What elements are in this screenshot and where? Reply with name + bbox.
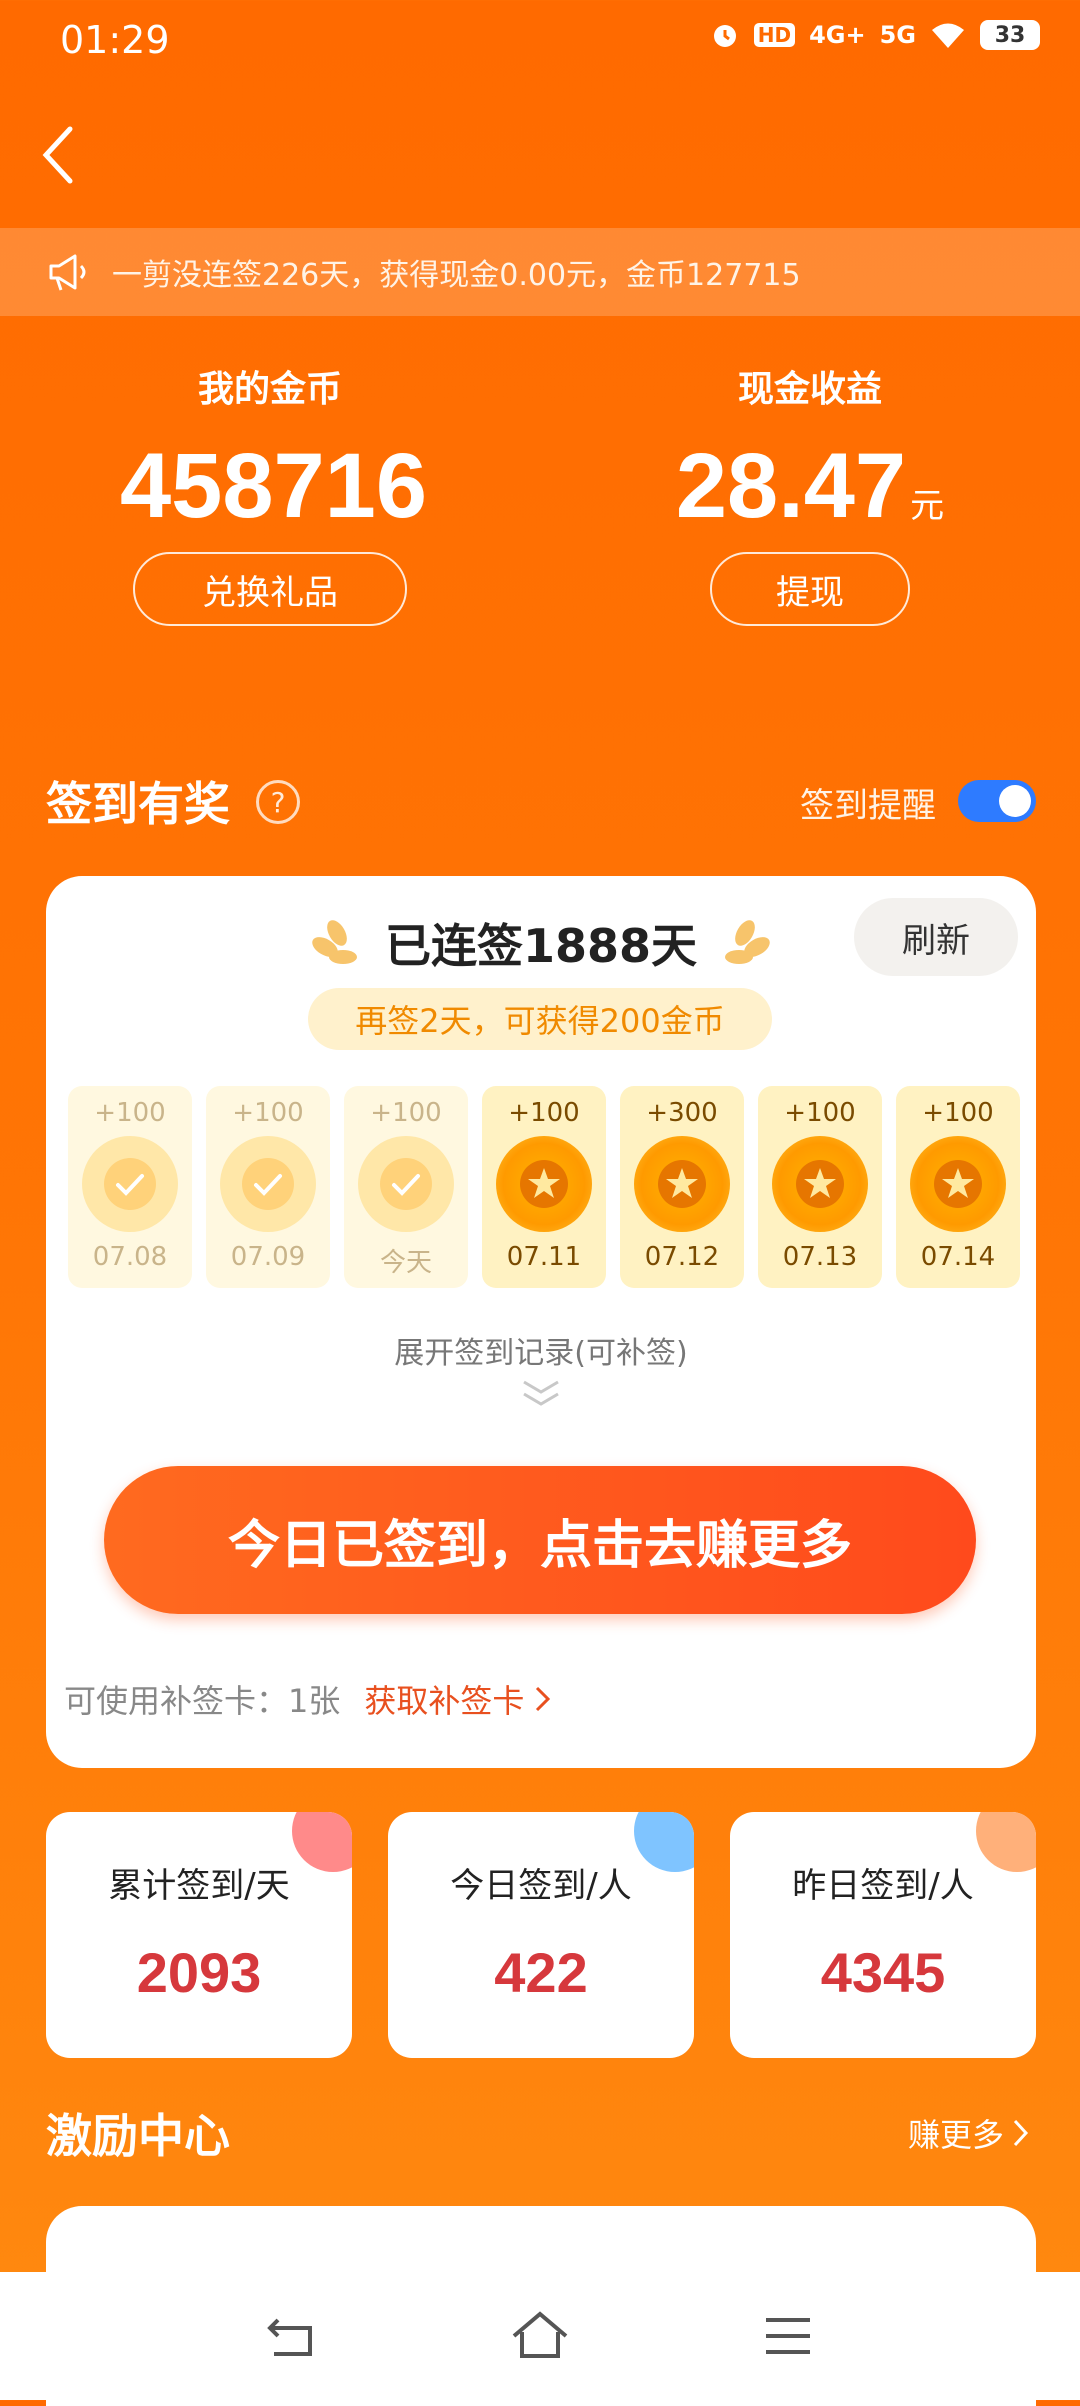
signin-card: 已连签1888天 刷新 再签2天，可获得200金币 +100 07.08 +10… [46, 876, 1036, 1768]
day-item[interactable]: +100 07.09 [206, 1086, 330, 1288]
incentive-title: 激励中心 [46, 2109, 230, 2163]
chevron-right-icon [1013, 2119, 1029, 2147]
cash-label: 现金收益 [737, 369, 882, 410]
exchange-gift-button[interactable]: 兑换礼品 [133, 552, 407, 626]
nav-home-button[interactable] [500, 2296, 580, 2376]
day-date: 今天 [379, 1248, 432, 1278]
summary-label: 累计签到/天 [108, 1866, 290, 1906]
streak-text: 已连签1888天 [384, 919, 698, 973]
summary-label: 昨日签到/人 [792, 1866, 974, 1906]
check-coin-icon [82, 1136, 178, 1232]
day-date: 07.12 [644, 1242, 720, 1272]
reminder-toggle[interactable] [958, 780, 1036, 822]
chevron-double-down-icon[interactable] [516, 1376, 566, 1416]
cash-value: 28.47 [675, 435, 907, 537]
today-signin-card: 今日签到/人 422 [388, 1812, 694, 2058]
get-makeup-card-label: 获取补签卡 [364, 1682, 525, 1720]
yesterday-signin-card: 昨日签到/人 4345 [730, 1812, 1036, 2058]
check-coin-icon [220, 1136, 316, 1232]
summary-value: 4345 [820, 1941, 946, 2004]
summary-value: 2093 [136, 1941, 262, 2004]
day-points: +100 [232, 1098, 304, 1128]
nav-back-button[interactable] [252, 2296, 332, 2376]
coins-panel: 我的金币 458716 兑换礼品 [120, 360, 427, 626]
hd-icon: HD [753, 23, 796, 47]
star-coin-icon [634, 1136, 730, 1232]
day-points: +300 [646, 1098, 718, 1128]
day-points: +100 [370, 1098, 442, 1128]
laurel-left-icon [312, 920, 357, 964]
chevron-right-icon [536, 1686, 551, 1712]
signin-title: 签到有奖 [46, 777, 230, 831]
reminder-label: 签到提醒 [800, 786, 936, 826]
day-points: +100 [922, 1098, 994, 1128]
laurel-right-icon [725, 920, 770, 964]
cash-panel: 现金收益 28.47 元 提现 [660, 360, 960, 626]
reward-hint: 再签2天，可获得200金币 [308, 988, 772, 1050]
star-coin-icon [910, 1136, 1006, 1232]
coins-label: 我的金币 [197, 369, 342, 410]
star-coin-icon [496, 1136, 592, 1232]
total-signin-card: 累计签到/天 2093 [46, 1812, 352, 2058]
day-list: +100 07.08 +100 07.09 +100 今天 +100 07.11… [68, 1086, 1020, 1288]
day-item[interactable]: +100 今天 [344, 1086, 468, 1288]
megaphone-icon [44, 247, 94, 297]
day-item[interactable]: +100 07.14 [896, 1086, 1020, 1288]
day-points: +100 [94, 1098, 166, 1128]
status-time: 01:29 [60, 18, 170, 62]
notice-text: 一剪没连签226天，获得现金0.00元，金币127715 [112, 258, 801, 293]
expand-record-link[interactable]: 展开签到记录(可补签) [46, 1328, 1036, 1372]
day-item[interactable]: +300 07.12 [620, 1086, 744, 1288]
day-date: 07.09 [230, 1242, 306, 1272]
menu-icon [766, 2318, 810, 2354]
day-item[interactable]: +100 07.08 [68, 1086, 192, 1288]
day-item[interactable]: +100 07.11 [482, 1086, 606, 1288]
signal-4g-icon: 4G+ [809, 21, 866, 49]
summary-value: 422 [494, 1941, 588, 2004]
day-item[interactable]: +100 07.13 [758, 1086, 882, 1288]
earn-more-button[interactable]: 今日已签到，点击去赚更多 [104, 1466, 976, 1614]
check-coin-icon [358, 1136, 454, 1232]
day-date: 07.14 [920, 1242, 996, 1272]
earn-more-label: 赚更多 [907, 2116, 1004, 2154]
system-nav-bar [0, 2272, 1080, 2400]
chevron-left-icon [42, 126, 73, 184]
day-points: +100 [508, 1098, 580, 1128]
cash-value-row: 28.47 元 [660, 440, 960, 532]
day-date: 07.11 [506, 1242, 582, 1272]
day-points: +100 [784, 1098, 856, 1128]
wifi-icon [930, 21, 966, 49]
star-coin-icon [772, 1136, 868, 1232]
notice-bar: 一剪没连签226天，获得现金0.00元，金币127715 [0, 228, 1080, 316]
earn-more-link[interactable]: 赚更多 [908, 2110, 1030, 2156]
nav-menu-button[interactable] [748, 2296, 828, 2376]
makeup-row: 可使用补签卡：1张 获取补签卡 [64, 1676, 552, 1722]
cash-unit: 元 [910, 487, 945, 525]
home-icon [512, 2311, 568, 2358]
signal-5g-icon: 5G [879, 21, 916, 49]
return-icon [267, 2318, 312, 2356]
battery-icon: 33 [980, 20, 1040, 50]
day-date: 07.13 [782, 1242, 858, 1272]
back-button[interactable] [26, 118, 90, 192]
get-makeup-card-link[interactable]: 获取补签卡 [364, 1676, 552, 1722]
coins-value: 458716 [120, 435, 427, 537]
withdraw-button[interactable]: 提现 [710, 552, 910, 626]
makeup-card-count: 可使用补签卡：1张 [64, 1682, 341, 1720]
refresh-button[interactable]: 刷新 [854, 898, 1018, 976]
help-icon[interactable]: ? [256, 780, 300, 824]
alarm-icon [710, 20, 740, 50]
status-icons: HD 4G+ 5G 33 [710, 20, 1040, 50]
day-date: 07.08 [92, 1242, 168, 1272]
summary-label: 今日签到/人 [450, 1866, 632, 1906]
